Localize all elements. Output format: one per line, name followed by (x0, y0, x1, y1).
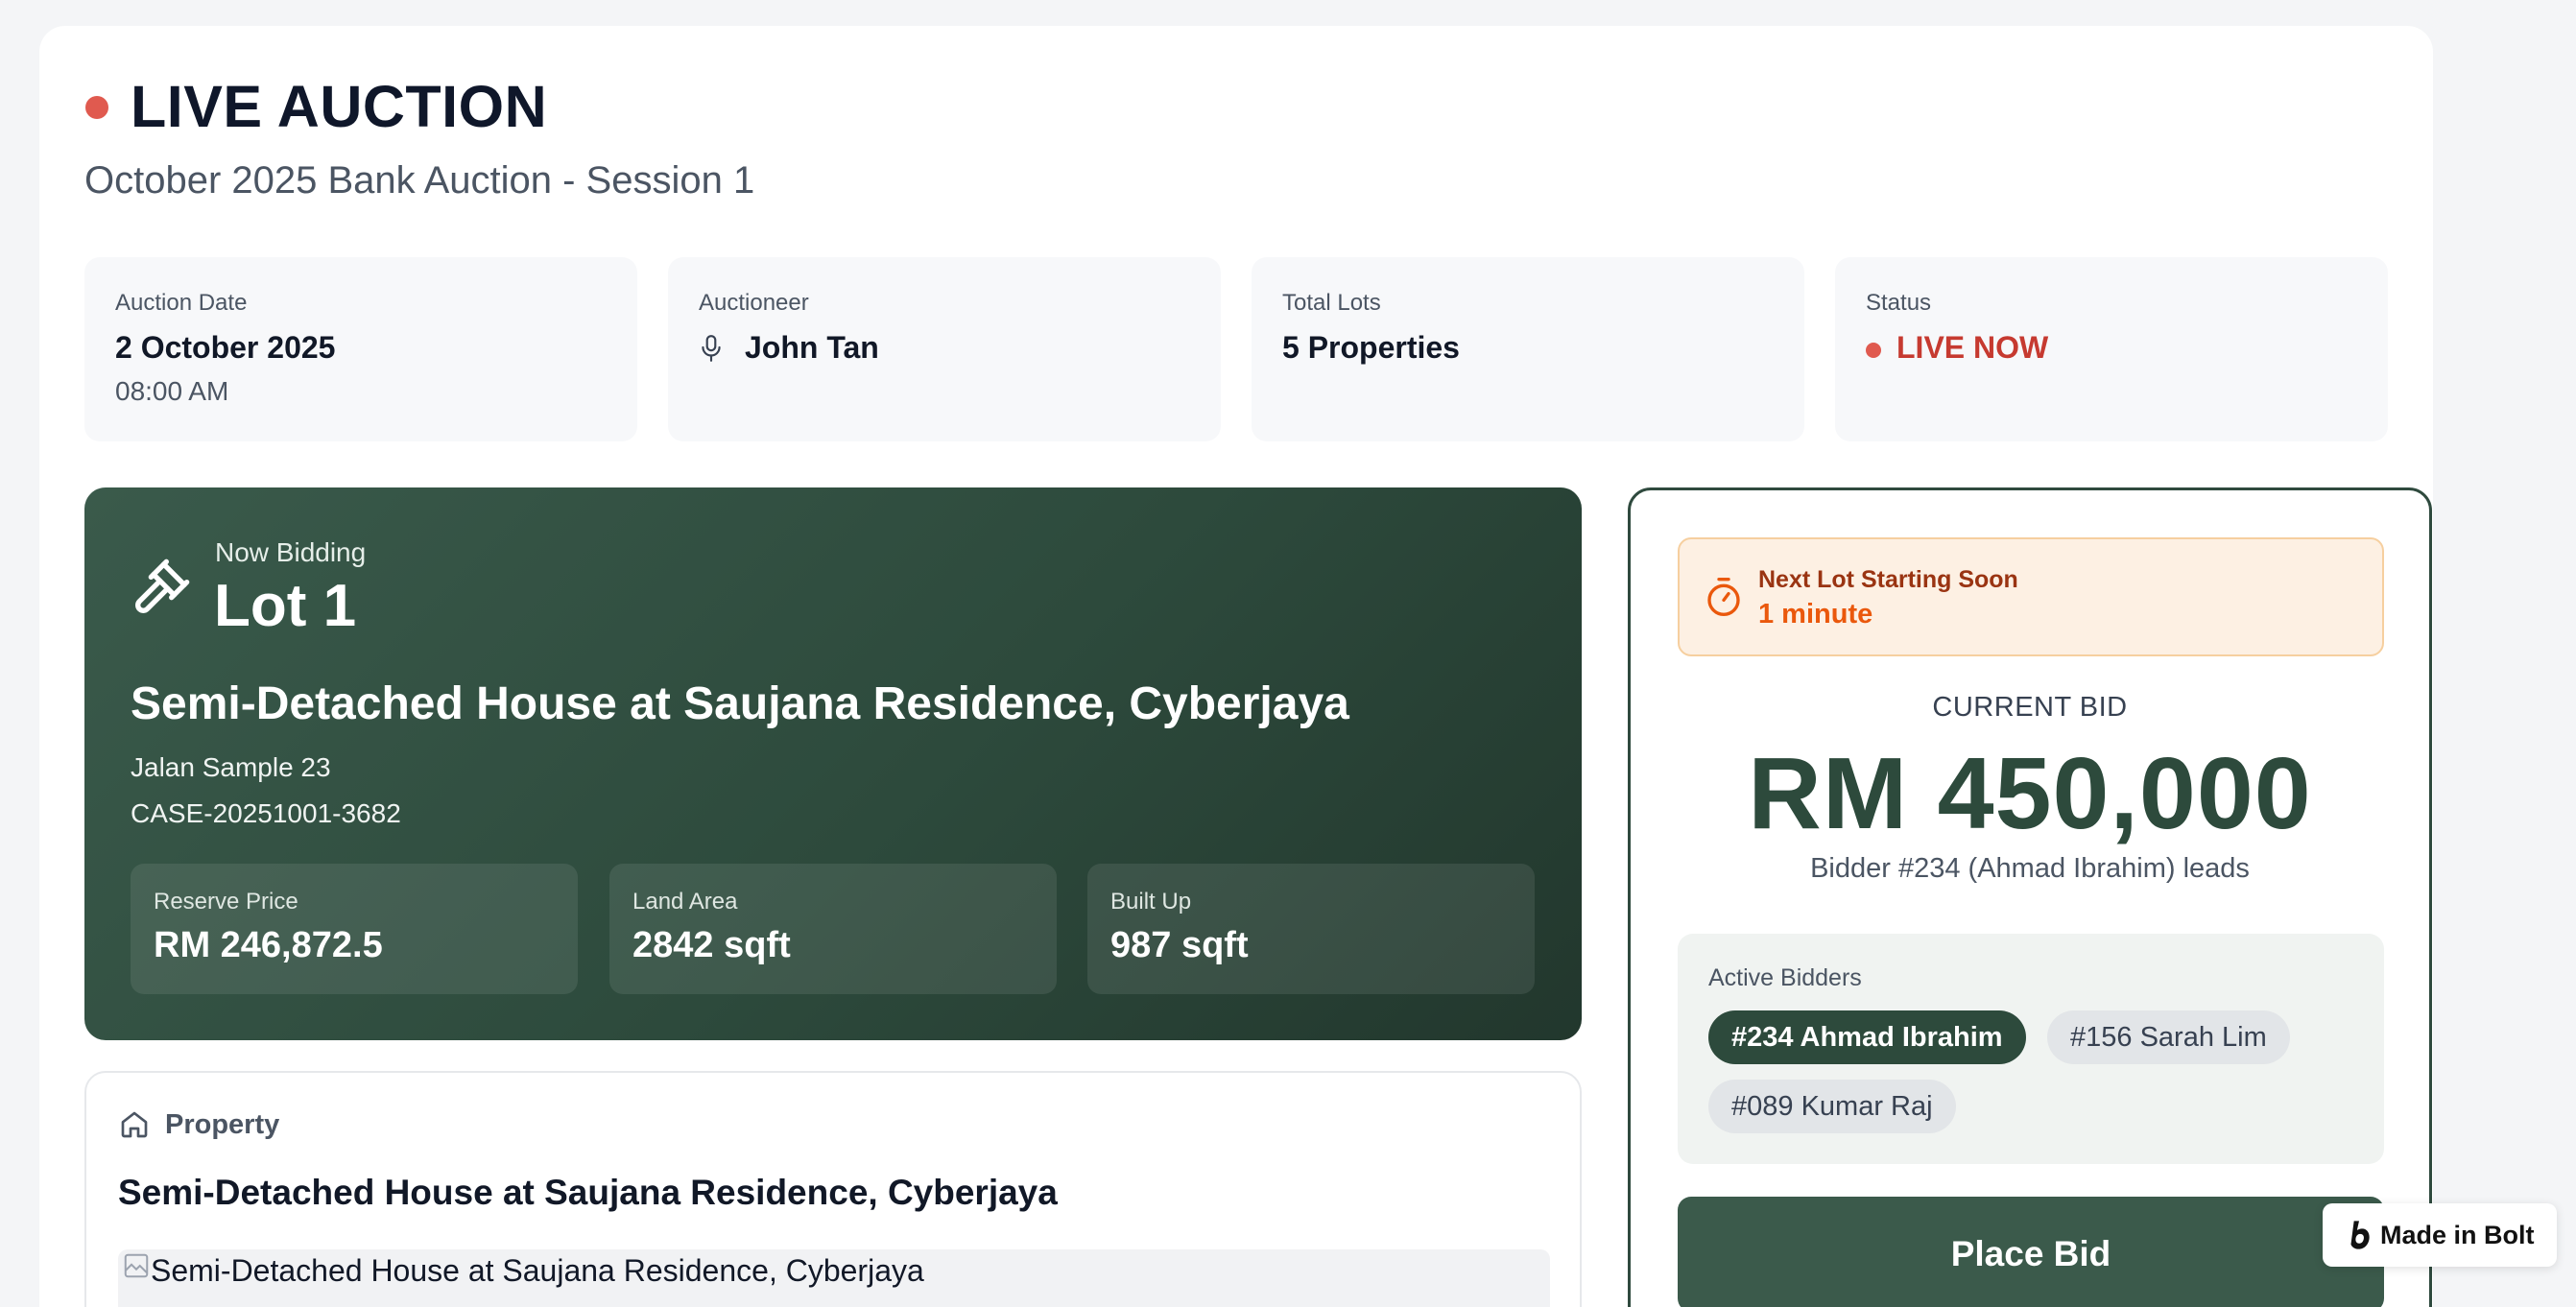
lot-number: Lot 1 (214, 573, 357, 639)
next-lot-countdown: 1 minute (1758, 599, 1873, 630)
auction-date-card: Auction Date 2 October 2025 08:00 AM (84, 257, 637, 441)
status-value: LIVE NOW (1896, 330, 2049, 365)
bidder-chip[interactable]: #156 Sarah Lim (2047, 1010, 2290, 1064)
property-image: Semi-Detached House at Saujana Residence… (118, 1249, 1550, 1307)
case-number: CASE-20251001-3682 (131, 798, 401, 828)
total-lots-label: Total Lots (1282, 290, 1381, 316)
house-icon (121, 1111, 148, 1138)
microphone-icon (702, 335, 721, 362)
auctioneer-card: Auctioneer John Tan (668, 257, 1221, 441)
reserve-price-stat: Reserve Price RM 246,872.5 (131, 864, 578, 994)
active-bidders-label: Active Bidders (1708, 964, 1862, 991)
status-label: Status (1866, 290, 1932, 316)
bid-side-panel: Next Lot Starting Soon 1 minute CURRENT … (1628, 487, 2432, 1307)
property-image-alt: Semi-Detached House at Saujana Residence… (151, 1253, 924, 1288)
next-lot-banner: Next Lot Starting Soon 1 minute (1678, 537, 2384, 656)
active-bidders-card: Active Bidders #234 Ahmad Ibrahim #156 S… (1678, 934, 2384, 1164)
gavel-icon (135, 558, 190, 613)
leading-bidder-text: Bidder #234 (Ahmad Ibrahim) leads (1810, 853, 2250, 884)
broken-image-icon (124, 1253, 149, 1278)
auction-date-label: Auction Date (115, 290, 248, 316)
built-up-stat: Built Up 987 sqft (1087, 864, 1535, 994)
page-title: LIVE AUCTION (131, 74, 548, 139)
stat-value: 2842 sqft (632, 925, 791, 965)
auction-time-value: 08:00 AM (115, 376, 229, 406)
property-card: Property Semi-Detached House at Saujana … (84, 1071, 1582, 1307)
now-bidding-label: Now Bidding (215, 537, 367, 567)
property-name: Semi-Detached House at Saujana Residence… (118, 1173, 1058, 1212)
stat-label: Reserve Price (154, 889, 298, 915)
property-title: Semi-Detached House at Saujana Residence… (131, 678, 1349, 729)
status-card: Status LIVE NOW (1835, 257, 2388, 441)
now-bidding-panel: Now Bidding Lot 1 Semi-Detached House at… (84, 487, 1582, 1040)
property-section-label: Property (165, 1109, 280, 1140)
status-live-dot (1866, 343, 1881, 358)
stat-value: 987 sqft (1110, 925, 1249, 965)
live-indicator-dot (85, 96, 108, 119)
auctioneer-label: Auctioneer (699, 290, 809, 316)
land-area-stat: Land Area 2842 sqft (609, 864, 1057, 994)
bolt-logo-icon (2350, 1221, 2370, 1249)
auction-date-value: 2 October 2025 (115, 330, 336, 365)
auctioneer-name: John Tan (745, 330, 879, 365)
current-bid-amount: RM 450,000 (1748, 737, 2312, 850)
property-address: Jalan Sample 23 (131, 752, 331, 782)
stat-value: RM 246,872.5 (154, 925, 383, 965)
bidder-chip-leading[interactable]: #234 Ahmad Ibrahim (1708, 1010, 2026, 1064)
made-in-bolt-badge[interactable]: Made in Bolt (2323, 1203, 2557, 1267)
timer-icon (1707, 578, 1740, 616)
bidder-chip[interactable]: #089 Kumar Raj (1708, 1080, 1956, 1133)
total-lots-card: Total Lots 5 Properties (1252, 257, 1804, 441)
next-lot-label: Next Lot Starting Soon (1758, 566, 2018, 593)
stat-label: Land Area (632, 889, 738, 915)
stat-label: Built Up (1110, 889, 1192, 915)
made-in-bolt-label: Made in Bolt (2380, 1221, 2535, 1249)
page-subtitle: October 2025 Bank Auction - Session 1 (84, 159, 755, 202)
place-bid-button[interactable]: Place Bid (1678, 1197, 2384, 1307)
current-bid-label: CURRENT BID (1932, 692, 2128, 723)
total-lots-value: 5 Properties (1282, 330, 1460, 365)
